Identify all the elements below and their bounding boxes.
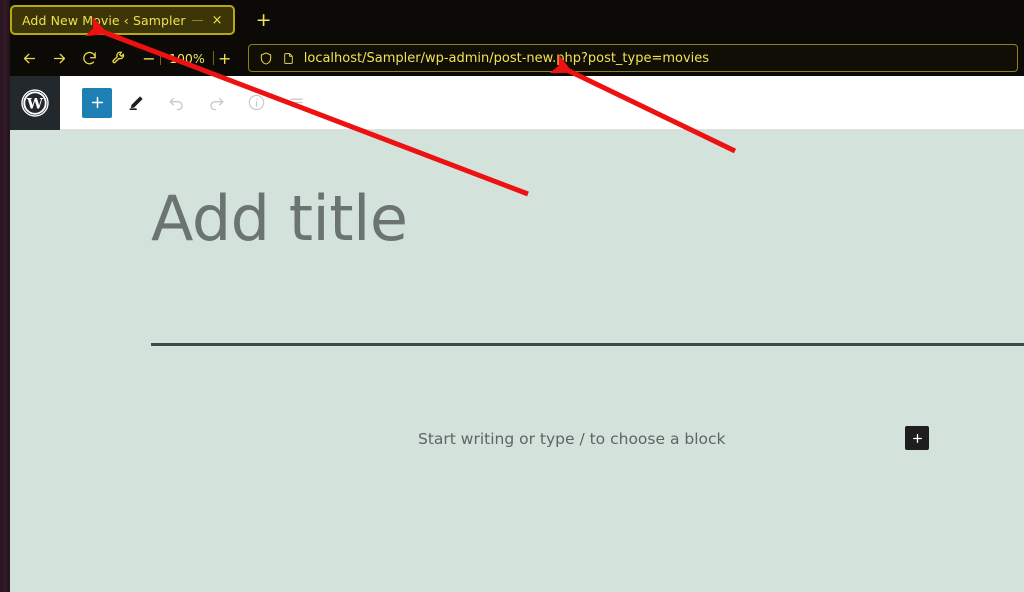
forward-icon[interactable] <box>44 43 74 73</box>
zoom-out-button[interactable]: − <box>138 45 160 71</box>
redo-button[interactable] <box>200 87 232 119</box>
svg-text:W: W <box>26 96 44 112</box>
reload-icon[interactable] <box>74 43 104 73</box>
editor-canvas: Add title Start writing or type / to cho… <box>10 130 1024 592</box>
navigation-toolbar: − 100% + localhost/Sampler/wp-admin/post… <box>0 40 1024 76</box>
list-view-button[interactable] <box>280 87 312 119</box>
page-icon <box>282 51 295 66</box>
wordpress-logo-icon[interactable]: W <box>10 75 60 130</box>
undo-button[interactable] <box>160 87 192 119</box>
tab-strip: Add New Movie ‹ Sampler — × + <box>0 0 1024 40</box>
browser-chrome: Add New Movie ‹ Sampler — × + − 100% + l… <box>0 0 1024 76</box>
tab-title-separator: — <box>191 13 204 27</box>
back-icon[interactable] <box>14 43 44 73</box>
desktop-edge-strip <box>0 0 10 592</box>
zoom-controls: − 100% + <box>138 45 236 71</box>
edit-tool-button[interactable] <box>120 87 152 119</box>
wrench-icon[interactable] <box>104 43 134 73</box>
wp-editor-header: W <box>10 75 1024 130</box>
default-block-row: Start writing or type / to choose a bloc… <box>151 422 1011 456</box>
shield-icon <box>259 51 273 66</box>
browser-window: Add New Movie ‹ Sampler — × + − 100% + l… <box>0 0 1024 592</box>
new-tab-button[interactable]: + <box>249 9 279 32</box>
details-info-button[interactable] <box>240 87 272 119</box>
editor-toolbar <box>60 87 312 119</box>
url-text: localhost/Sampler/wp-admin/post-new.php?… <box>303 50 710 66</box>
zoom-in-button[interactable]: + <box>214 45 236 71</box>
post-title-input[interactable]: Add title <box>151 188 408 250</box>
browser-tab-title: Add New Movie ‹ Sampler <box>22 12 186 28</box>
block-inserter-button[interactable] <box>82 87 112 118</box>
block-appender-button[interactable] <box>905 426 929 450</box>
block-placeholder-text[interactable]: Start writing or type / to choose a bloc… <box>418 430 726 448</box>
browser-tab[interactable]: Add New Movie ‹ Sampler — × <box>10 5 235 35</box>
zoom-level-label[interactable]: 100% <box>161 51 213 66</box>
close-icon[interactable]: × <box>210 14 225 27</box>
url-bar[interactable]: localhost/Sampler/wp-admin/post-new.php?… <box>247 44 1018 72</box>
title-separator-rule <box>151 343 1024 346</box>
